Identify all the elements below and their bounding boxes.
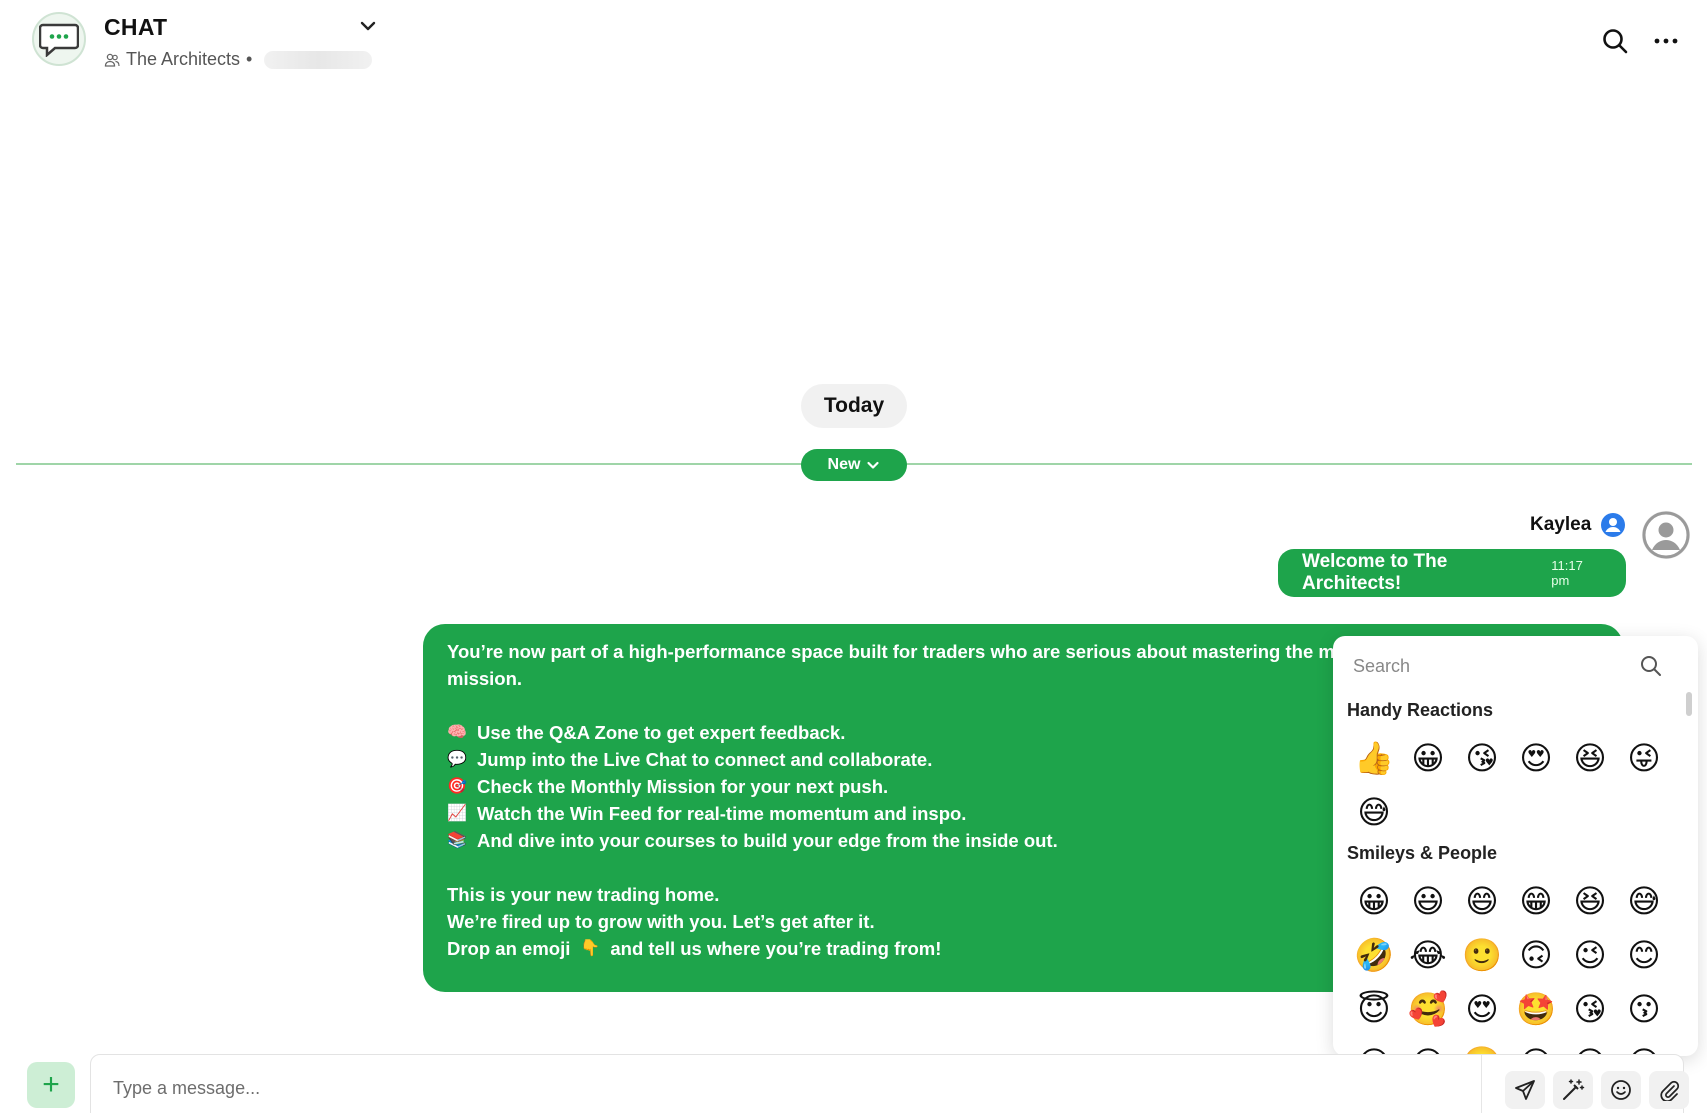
emoji-option[interactable]: 😘: [1563, 982, 1617, 1036]
chevron-down-icon: [867, 461, 880, 469]
emoji-option[interactable]: 😛: [1563, 1036, 1617, 1056]
emoji-option[interactable]: 🙃: [1509, 928, 1563, 982]
emoji-option[interactable]: 😉: [1563, 928, 1617, 982]
emoji-option[interactable]: 😜: [1617, 731, 1671, 785]
send-icon[interactable]: [1505, 1071, 1545, 1109]
message-timestamp: 11:17 pm: [1551, 558, 1583, 588]
emoji-option[interactable]: 😀: [1347, 874, 1401, 928]
emoji-option[interactable]: 😇: [1347, 982, 1401, 1036]
emoji-picker: Handy Reactions 👍😀😘😍😆😜😅 Smileys & People…: [1333, 636, 1698, 1056]
message-line: Jump into the Live Chat to connect and c…: [477, 749, 933, 770]
sender-avatar[interactable]: [1642, 511, 1690, 559]
emoji-option[interactable]: 😁: [1509, 874, 1563, 928]
emoji-icon[interactable]: [1601, 1071, 1641, 1109]
emoji-option[interactable]: 😍: [1455, 982, 1509, 1036]
section-title-smileys-people: Smileys & People: [1347, 843, 1498, 863]
new-messages-button[interactable]: New: [801, 449, 907, 481]
emoji-option[interactable]: 😂: [1401, 928, 1455, 982]
emoji-grid-handy-reactions: 👍 😀 😘 😍 😆 😜 😅: [1347, 731, 1671, 839]
brain-emoji: 🧠: [447, 724, 467, 741]
emoji-option[interactable]: 🙂: [1455, 928, 1509, 982]
chat-title[interactable]: CHAT: [104, 14, 167, 41]
search-icon[interactable]: [1600, 26, 1630, 56]
emoji-option[interactable]: 😗: [1617, 982, 1671, 1036]
magic-wand-icon[interactable]: [1553, 1071, 1593, 1109]
emoji-option[interactable]: 😍: [1509, 731, 1563, 785]
chat-header: CHAT The Architects •: [0, 0, 1707, 90]
books-emoji: 📚: [447, 832, 467, 849]
section-title-handy-reactions: Handy Reactions: [1347, 700, 1494, 720]
emoji-option[interactable]: 🥲: [1455, 1036, 1509, 1056]
emoji-option[interactable]: 😆: [1563, 731, 1617, 785]
new-label: New: [827, 456, 861, 473]
message-text: Welcome to The Architects!: [1302, 551, 1448, 594]
message-line: Watch the Win Feed for real-time momentu…: [477, 803, 967, 824]
emoji-option[interactable]: 😘: [1455, 731, 1509, 785]
emoji-grid-smileys-people: 😀😃😄😁😆😅 🤣😂🙂🙃😉😊 😇🥰😍🤩😘😗 😚😙🥲😋😛😜: [1347, 874, 1671, 1056]
verified-user-icon: [1600, 512, 1626, 538]
group-icon: [104, 53, 120, 67]
chat-avatar[interactable]: [32, 12, 86, 66]
emoji-option[interactable]: 🤣: [1347, 928, 1401, 982]
speech-bubble-emoji: 💬: [447, 751, 467, 768]
emoji-option[interactable]: 🤩: [1509, 982, 1563, 1036]
chart-emoji: 📈: [447, 805, 467, 822]
group-name[interactable]: The Architects: [126, 49, 240, 70]
emoji-option[interactable]: 😅: [1617, 874, 1671, 928]
chat-subtitle: The Architects •: [104, 49, 373, 70]
message-bubble[interactable]: Welcome to The Architects! 11:17 pm: [1278, 549, 1626, 597]
chevron-down-icon[interactable]: [358, 16, 378, 36]
date-divider-today: Today: [801, 384, 907, 428]
emoji-option[interactable]: 😙: [1401, 1036, 1455, 1056]
more-options-icon[interactable]: [1650, 26, 1682, 56]
message-composer: [90, 1054, 1689, 1113]
message-input[interactable]: [113, 1073, 1433, 1103]
message-line: Use the Q&A Zone to get expert feedback.: [477, 722, 846, 743]
add-attachment-button[interactable]: +: [27, 1062, 75, 1108]
chat-bubble-icon: [39, 23, 79, 57]
search-icon[interactable]: [1639, 654, 1663, 678]
emoji-search: [1347, 648, 1669, 684]
picker-scrollbar[interactable]: [1686, 692, 1692, 716]
emoji-option[interactable]: 😋: [1509, 1036, 1563, 1056]
emoji-option[interactable]: 😀: [1401, 731, 1455, 785]
emoji-option[interactable]: 😃: [1401, 874, 1455, 928]
pointing-down-emoji: 👇: [580, 940, 601, 957]
emoji-option[interactable]: 😚: [1347, 1036, 1401, 1056]
sender-name[interactable]: Kaylea: [1530, 514, 1591, 536]
emoji-option[interactable]: 😜: [1617, 1036, 1671, 1056]
paperclip-icon[interactable]: [1649, 1071, 1689, 1109]
message-line: Check the Monthly Mission for your next …: [477, 776, 889, 797]
subtitle-separator: •: [246, 49, 253, 69]
message-line: And dive into your courses to build your…: [477, 830, 1058, 851]
composer-divider: [1481, 1055, 1482, 1113]
emoji-option[interactable]: 😅: [1347, 785, 1401, 839]
redacted-member-count: [264, 50, 373, 69]
emoji-option[interactable]: 👍: [1347, 731, 1401, 785]
default-avatar-icon: [1642, 511, 1690, 559]
target-emoji: 🎯: [447, 778, 467, 795]
message-text: Drop an emoji: [447, 938, 571, 959]
message-text: and tell us where you’re trading from!: [610, 938, 942, 959]
emoji-option[interactable]: 😆: [1563, 874, 1617, 928]
emoji-option[interactable]: 🥰: [1401, 982, 1455, 1036]
emoji-option[interactable]: 😊: [1617, 928, 1671, 982]
emoji-search-input[interactable]: [1353, 655, 1623, 677]
emoji-option[interactable]: 😄: [1455, 874, 1509, 928]
